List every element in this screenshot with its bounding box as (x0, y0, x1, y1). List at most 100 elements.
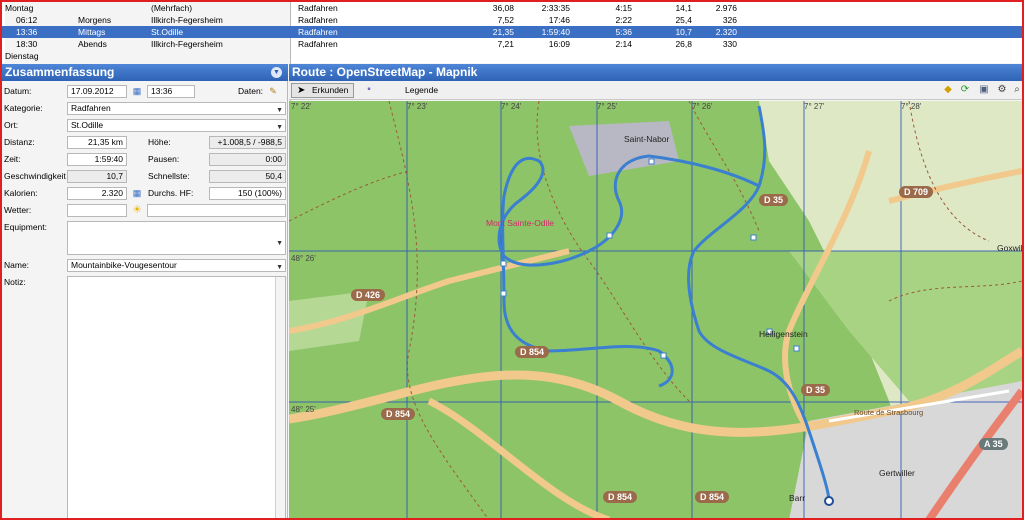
chevron-down-icon: ▼ (276, 240, 283, 247)
date-label: Datum: (4, 86, 32, 96)
road-label: D 854 (603, 491, 638, 503)
weather-text-field[interactable] (147, 204, 286, 217)
place-label: Heiligenstein (759, 329, 808, 339)
calories-field[interactable]: 2.320 (67, 187, 127, 200)
distance-cell: 36,08 (492, 3, 514, 13)
street-label: Route de Strasbourg (854, 408, 924, 417)
legend-icon[interactable]: ▪ (363, 84, 375, 96)
name-label: Name: (4, 260, 30, 270)
note-label: Notiz: (4, 277, 26, 287)
calendar-icon[interactable]: ▦ (131, 85, 143, 97)
daypart-cell: Abends (78, 39, 107, 49)
settings-icon[interactable]: ⚙ (996, 84, 1008, 96)
pause-label: Pausen: (148, 154, 180, 164)
pause-field: 0:00 (209, 153, 286, 166)
duration-cell: 1:59:40 (541, 27, 570, 37)
calories-label: Kalorien: (4, 188, 38, 198)
refresh-icon[interactable]: ⟳ (959, 84, 971, 96)
road-label: D 35 (801, 384, 831, 396)
summary-title: Zusammenfassung (5, 65, 115, 79)
table-row[interactable]: Montag (Mehrfach) Radfahren 36,08 2:33:3… (2, 2, 1022, 458)
heart-rate-field[interactable]: 150 (100%) (209, 187, 286, 200)
road-label: D 35 (759, 194, 789, 206)
lon-label: 7° 25' (597, 102, 618, 111)
daypart-cell: Mittags (78, 27, 106, 37)
chevron-down-icon: ▼ (276, 124, 283, 131)
scrollbar[interactable] (275, 277, 285, 518)
place-value: St.Odille (71, 120, 104, 130)
sport-cell: Radfahren (298, 27, 338, 37)
lon-label: 7° 28' (901, 102, 922, 111)
diamond-icon[interactable]: ◆ (942, 84, 954, 96)
pace-cell: 4:15 (615, 3, 632, 13)
calculator-icon[interactable]: ▦ (131, 187, 143, 199)
cursor-icon: ➤ (297, 85, 306, 96)
distance-field[interactable]: 21,35 km (67, 136, 127, 149)
place-label: Ort: (4, 120, 19, 130)
date-field[interactable]: 17.09.2012 (67, 85, 127, 98)
chevron-down-icon: ▼ (276, 264, 283, 271)
table-row[interactable]: 18:30 Abends Illkirch-Fegersheim Radfahr… (2, 38, 1022, 50)
duration-cell: 16:09 (548, 39, 570, 49)
time-label: Zeit: (4, 154, 21, 164)
collapse-icon[interactable]: ▼ (271, 67, 282, 78)
weather-field[interactable] (67, 204, 127, 217)
sport-cell: Radfahren (298, 15, 338, 25)
equipment-label: Equipment: (4, 222, 47, 232)
explore-label: Erkunden (312, 85, 349, 95)
day-group-label[interactable]: Dienstag (5, 51, 39, 61)
time-cell: 13:36 (16, 27, 38, 37)
activity-list: Montag (Mehrfach) Radfahren 36,08 2:33:3… (2, 2, 1022, 458)
map-panel: Route : OpenStreetMap - Mapnik ➤ Erkunde… (289, 64, 1022, 518)
distance-cell: 7,21 (497, 39, 514, 49)
lat-label: 48° 26' (291, 254, 316, 263)
daypart-cell: Morgens (78, 15, 112, 25)
road-d426 (289, 248, 570, 334)
app-window: Montag (Mehrfach) Radfahren 36,08 2:33:3… (0, 0, 1024, 520)
name-select[interactable]: Mountainbike-Vougesentour ▼ (67, 259, 286, 272)
lon-label: 7° 27' (804, 102, 825, 111)
equipment-field[interactable]: ▼ (67, 221, 286, 255)
map-canvas[interactable]: 7° 22' 7° 23' 7° 24' 7° 25' 7° 26' 7° 27… (289, 101, 1022, 518)
sun-icon[interactable]: ☀ (131, 204, 143, 216)
time-cell: 06:12 (16, 15, 38, 25)
chevron-down-icon: ▼ (276, 107, 283, 114)
table-row-selected[interactable]: 13:36 Mittags St.Odille Radfahren 21,35 … (2, 26, 1022, 38)
duration-field[interactable]: 1:59:40 (67, 153, 127, 166)
road-label: D 854 (695, 491, 730, 503)
time-field[interactable]: 13:36 (147, 85, 195, 98)
elevation-cell: 2.320 (715, 27, 737, 37)
weather-label: Wetter: (4, 205, 32, 215)
duration-cell: 2:33:35 (541, 3, 570, 13)
speed-cell: 25,4 (675, 15, 692, 25)
sport-cell: Radfahren (298, 3, 338, 13)
save-icon[interactable]: ▣ (978, 84, 990, 96)
map-title: Route : OpenStreetMap - Mapnik (292, 65, 478, 79)
fastest-label: Schnellste: (148, 171, 190, 181)
distance-cell: 21,35 (492, 27, 514, 37)
speed-label: Geschwindigkeit (4, 171, 66, 181)
map-header: Route : OpenStreetMap - Mapnik (289, 64, 1022, 81)
lon-label: 7° 26' (692, 102, 713, 111)
summary-panel: Zusammenfassung ▼ Datum: 17.09.2012 ▦ 13… (2, 64, 288, 518)
place-select[interactable]: St.Odille ▼ (67, 119, 286, 132)
place-cell: St.Odille (151, 27, 184, 37)
place-cell: Illkirch-Fegersheim (151, 39, 223, 49)
place-label: Goxwill (997, 243, 1022, 253)
pencil-icon[interactable]: ✎ (267, 85, 279, 97)
heart-rate-label: Durchs. HF: (148, 188, 194, 198)
note-textarea[interactable] (67, 276, 286, 518)
elevation-field: +1.008,5 / -988,5 (209, 136, 286, 149)
search-icon[interactable]: ⌕ (1011, 84, 1022, 96)
road-label: D 426 (351, 289, 386, 301)
lat-label: 48° 25' (291, 405, 316, 414)
table-row[interactable]: 06:12 Morgens Illkirch-Fegersheim Radfah… (2, 14, 1022, 26)
map-layer (289, 101, 1022, 518)
elevation-cell: 326 (722, 15, 737, 25)
pace-cell: 2:14 (615, 39, 632, 49)
legend-label[interactable]: Legende (405, 83, 438, 98)
speed-field: 10,7 (67, 170, 127, 183)
explore-button[interactable]: ➤ Erkunden (291, 83, 355, 98)
elevation-cell: 330 (722, 39, 737, 49)
category-select[interactable]: Radfahren ▼ (67, 102, 286, 115)
